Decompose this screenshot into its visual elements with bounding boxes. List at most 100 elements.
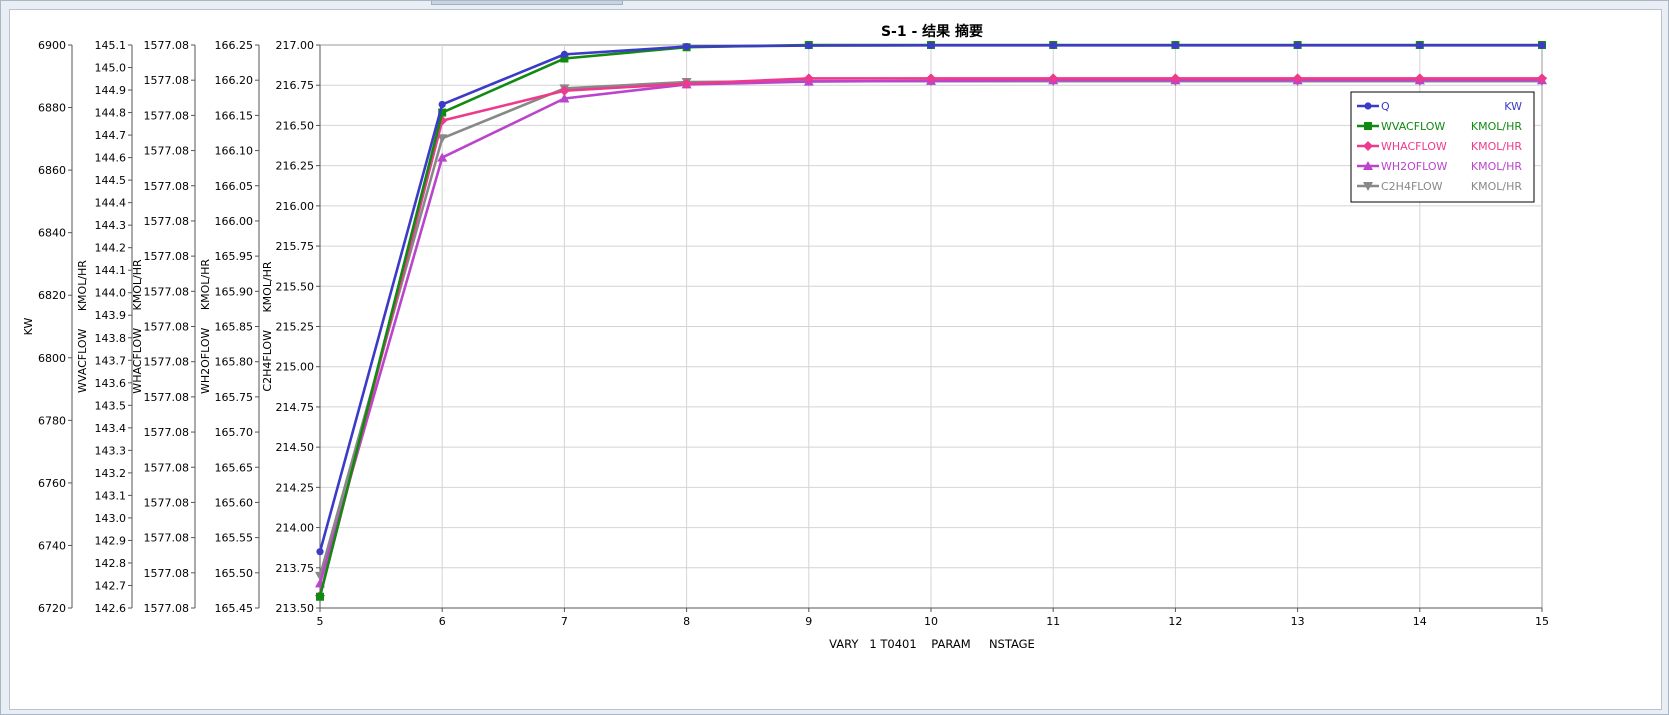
y-tick-label-q: 6780 <box>38 414 66 427</box>
window-tab-strip <box>431 1 623 5</box>
y-tick-label-wh2o: 165.80 <box>215 356 254 369</box>
y-tick-label-wvac: 142.8 <box>95 557 127 570</box>
y-tick-label-whac: 1577.08 <box>144 180 190 193</box>
y-tick-label-whac: 1577.08 <box>144 39 190 52</box>
data-point-q <box>805 42 813 50</box>
y-tick-label-q: 6820 <box>38 289 66 302</box>
data-point-q <box>1294 41 1302 49</box>
plot-window: 5 6 7 8 9 10 11 12 13 14 15 6720 6740 6760 6780 6800 682… <box>0 0 1669 715</box>
legend-item-whacflow[interactable]: WHACFLOW KMOL/HR <box>1357 140 1522 153</box>
x-tick-label: 14 <box>1413 615 1427 628</box>
y-tick-label-q: 6800 <box>38 352 66 365</box>
y-tick-label-wvac: 145.1 <box>95 39 127 52</box>
y-tick-label-wh2o: 166.25 <box>215 39 254 52</box>
y-tick-label-wh2o: 166.20 <box>215 74 254 87</box>
y-tick-label-whac: 1577.08 <box>144 496 190 509</box>
y-tick-label-c2h4: 216.75 <box>276 79 315 92</box>
data-point-q <box>560 50 569 58</box>
y-tick-label-wvac: 144.8 <box>95 107 127 120</box>
y-tick-label-wvac: 142.7 <box>95 579 127 592</box>
y-tick-label-whac: 1577.08 <box>144 285 190 298</box>
y-axis-label-c2h4: C2H4FLOW KMOL/HR <box>261 261 274 391</box>
legend-series-unit: KMOL/HR <box>1471 160 1522 173</box>
y-tick-label-q: 6860 <box>38 164 66 177</box>
y-tick-label-wvac: 144.0 <box>95 287 127 300</box>
data-point-q <box>1416 41 1424 49</box>
y-tick-label-c2h4: 216.25 <box>276 160 315 173</box>
legend-item-wh2oflow[interactable]: WH2OFLOW KMOL/HR <box>1357 160 1522 173</box>
y-tick-label-q: 6740 <box>38 539 66 552</box>
y-tick-label-wvac: 144.3 <box>95 219 127 232</box>
y-tick-label-wh2o: 165.85 <box>215 321 254 334</box>
y-tick-label-whac: 1577.08 <box>144 321 190 334</box>
y-tick-label-q: 6760 <box>38 477 66 490</box>
line-chart: 5 6 7 8 9 10 11 12 13 14 15 6720 6740 6760 6780 6800 682… <box>22 23 1549 651</box>
y-tick-label-q: 6880 <box>38 102 66 115</box>
y-tick-label-wh2o: 165.45 <box>215 602 254 615</box>
y-tick-label-wh2o: 165.60 <box>215 496 254 509</box>
y-axis-label-wh2o: WH2OFLOW KMOL/HR <box>199 259 212 394</box>
x-tick-label: 9 <box>805 615 812 628</box>
y-tick-label-wvac: 144.9 <box>95 84 127 97</box>
y-tick-label-wvac: 143.1 <box>95 489 127 502</box>
x-tick-label: 5 <box>317 615 324 628</box>
y-axis-label-whac: WHACFLOW KMOL/HR <box>131 259 144 394</box>
y-tick-label-q: 6720 <box>38 602 66 615</box>
y-tick-label-whac: 1577.08 <box>144 215 190 228</box>
x-axis-label: VARY 1 T0401 PARAM NSTAGE <box>829 637 1035 651</box>
y-tick-label-wh2o: 166.15 <box>215 109 254 122</box>
y-tick-label-c2h4: 216.00 <box>276 200 315 213</box>
legend-series-name: C2H4FLOW <box>1381 180 1443 193</box>
y-tick-label-c2h4: 214.25 <box>276 481 315 494</box>
data-point-q <box>316 548 324 556</box>
y-tick-label-c2h4: 216.50 <box>276 119 315 132</box>
y-tick-label-wvac: 143.4 <box>95 422 127 435</box>
y-tick-label-wvac: 143.5 <box>95 399 127 412</box>
chart-title: S-1 - 结果 摘要 <box>881 23 983 40</box>
y-tick-label-wh2o: 165.75 <box>215 391 254 404</box>
y-tick-label-whac: 1577.08 <box>144 250 190 263</box>
y-tick-label-c2h4: 215.00 <box>276 361 315 374</box>
y-tick-label-wh2o: 166.05 <box>215 180 254 193</box>
legend-swatch-marker <box>1364 102 1372 110</box>
y-tick-label-wvac: 143.2 <box>95 467 127 480</box>
y-tick-label-whac: 1577.08 <box>144 567 190 580</box>
x-tick-label: 6 <box>439 615 446 628</box>
legend[interactable]: Q KW WVACFLOW KMOL/HR WHACFLOW KMOL/HR WH2OFLO… <box>1350 91 1535 203</box>
legend-series-unit: KW <box>1504 100 1522 113</box>
y-tick-label-wvac: 144.4 <box>95 197 127 210</box>
legend-item-c2h4flow[interactable]: C2H4FLOW KMOL/HR <box>1357 180 1522 193</box>
y-tick-label-whac: 1577.08 <box>144 426 190 439</box>
y-tick-label-wh2o: 165.90 <box>215 285 254 298</box>
y-tick-label-wh2o: 166.10 <box>215 145 254 158</box>
data-point-q <box>927 41 935 49</box>
axes: 5 6 7 8 9 10 11 12 13 14 15 6720 6740 6760 6780 6800 682… <box>22 39 1549 628</box>
x-tick-label: 8 <box>683 615 690 628</box>
data-point-wvacflow <box>316 592 324 601</box>
y-tick-label-c2h4: 215.50 <box>276 280 315 293</box>
x-tick-label: 10 <box>924 615 938 628</box>
y-tick-label-wvac: 142.9 <box>95 534 127 547</box>
y-tick-label-wvac: 143.7 <box>95 354 127 367</box>
x-tick-label: 7 <box>561 615 568 628</box>
y-tick-label-wvac: 144.1 <box>95 264 127 277</box>
y-tick-label-whac: 1577.08 <box>144 532 190 545</box>
plot-panel: 5 6 7 8 9 10 11 12 13 14 15 6720 6740 6760 6780 6800 682… <box>9 9 1662 710</box>
data-point-q <box>1538 41 1546 49</box>
y-tick-label-wh2o: 165.65 <box>215 461 254 474</box>
y-axis-label-wvac: WVACFLOW KMOL/HR <box>76 260 89 393</box>
y-tick-label-c2h4: 214.00 <box>276 522 315 535</box>
y-tick-label-wvac: 143.6 <box>95 377 127 390</box>
legend-series-name: Q <box>1381 100 1390 113</box>
y-tick-label-c2h4: 215.75 <box>276 240 315 253</box>
x-tick-label: 15 <box>1535 615 1549 628</box>
y-tick-label-wh2o: 165.95 <box>215 250 254 263</box>
y-tick-label-wvac: 144.7 <box>95 129 127 142</box>
y-tick-label-whac: 1577.08 <box>144 356 190 369</box>
y-tick-label-whac: 1577.08 <box>144 74 190 87</box>
legend-item-wvacflow[interactable]: WVACFLOW KMOL/HR <box>1357 120 1522 133</box>
y-axis-label-q: KW <box>22 318 35 336</box>
y-tick-label-whac: 1577.08 <box>144 602 190 615</box>
y-tick-label-whac: 1577.08 <box>144 461 190 474</box>
legend-swatch-marker <box>1364 122 1372 130</box>
